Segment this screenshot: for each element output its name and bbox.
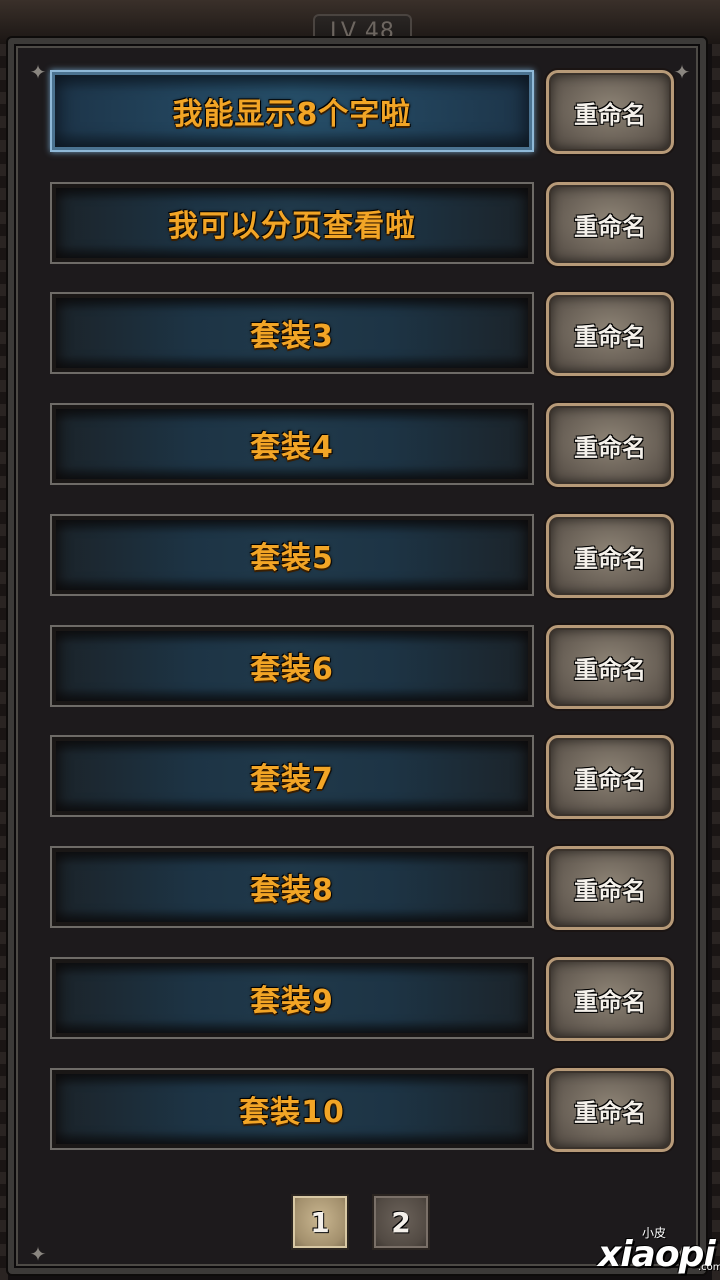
set-name: 套装4 (250, 430, 334, 465)
rename-button[interactable]: 重命名 (546, 70, 674, 154)
set-name: 套装8 (250, 873, 334, 908)
set-name: 我可以分页查看啦 (168, 209, 416, 244)
rename-label: 重命名 (574, 544, 646, 573)
game-screen: LV 48 ✦ ✦ ✦ ✦ 我能显示8个字啦 重命名 我可以分页查看啦 重命名 … (0, 0, 720, 1280)
set-slot-6[interactable]: 套装6 (50, 625, 534, 707)
set-slot-10[interactable]: 套装10 (50, 1068, 534, 1150)
rename-button[interactable]: 重命名 (546, 182, 674, 266)
set-slot-7[interactable]: 套装7 (50, 735, 534, 817)
rename-label: 重命名 (574, 765, 646, 794)
set-row: 套装10 重命名 (48, 1068, 678, 1154)
rename-button[interactable]: 重命名 (546, 292, 674, 376)
set-row: 套装9 重命名 (48, 957, 678, 1043)
set-slot-8[interactable]: 套装8 (50, 846, 534, 928)
page-2-button[interactable]: 2 (372, 1194, 430, 1250)
rename-button[interactable]: 重命名 (546, 625, 674, 709)
set-name: 套装7 (250, 762, 334, 797)
rename-label: 重命名 (574, 655, 646, 684)
rename-button[interactable]: 重命名 (546, 735, 674, 819)
set-name: 套装5 (250, 541, 334, 576)
rename-label: 重命名 (574, 987, 646, 1016)
rename-button[interactable]: 重命名 (546, 957, 674, 1041)
set-row: 我能显示8个字啦 重命名 (48, 70, 678, 156)
set-row: 套装4 重命名 (48, 403, 678, 489)
set-slot-1[interactable]: 我能显示8个字啦 (50, 70, 534, 152)
set-row: 套装8 重命名 (48, 846, 678, 932)
rename-label: 重命名 (574, 876, 646, 905)
corner-ornament-icon: ✦ (29, 1242, 47, 1266)
rename-button[interactable]: 重命名 (546, 403, 674, 487)
set-row: 套装7 重命名 (48, 735, 678, 821)
set-row: 套装3 重命名 (48, 292, 678, 378)
set-name: 套装3 (250, 319, 334, 354)
rename-label: 重命名 (574, 212, 646, 241)
set-slot-9[interactable]: 套装9 (50, 957, 534, 1039)
watermark-suffix: .com (698, 1262, 720, 1273)
set-slot-4[interactable]: 套装4 (50, 403, 534, 485)
set-row: 套装5 重命名 (48, 514, 678, 600)
set-row: 套装6 重命名 (48, 625, 678, 711)
set-name: 我能显示8个字啦 (172, 97, 412, 132)
right-frame-decoration (712, 44, 720, 1280)
rename-button[interactable]: 重命名 (546, 1068, 674, 1152)
rename-button[interactable]: 重命名 (546, 514, 674, 598)
set-slot-2[interactable]: 我可以分页查看啦 (50, 182, 534, 264)
watermark-logo: 小皮 xiaopi .com (598, 1224, 720, 1278)
set-name: 套装6 (250, 652, 334, 687)
rename-button[interactable]: 重命名 (546, 846, 674, 930)
corner-ornament-icon: ✦ (29, 60, 47, 84)
page-1-button[interactable]: 1 (291, 1194, 349, 1250)
set-slot-5[interactable]: 套装5 (50, 514, 534, 596)
set-name: 套装9 (250, 984, 334, 1019)
rename-label: 重命名 (574, 433, 646, 462)
set-name: 套装10 (239, 1095, 345, 1130)
set-slot-3[interactable]: 套装3 (50, 292, 534, 374)
rename-label: 重命名 (574, 1098, 646, 1127)
left-frame-decoration (0, 44, 8, 1280)
set-row: 我可以分页查看啦 重命名 (48, 182, 678, 268)
rename-label: 重命名 (574, 100, 646, 129)
rename-label: 重命名 (574, 322, 646, 351)
